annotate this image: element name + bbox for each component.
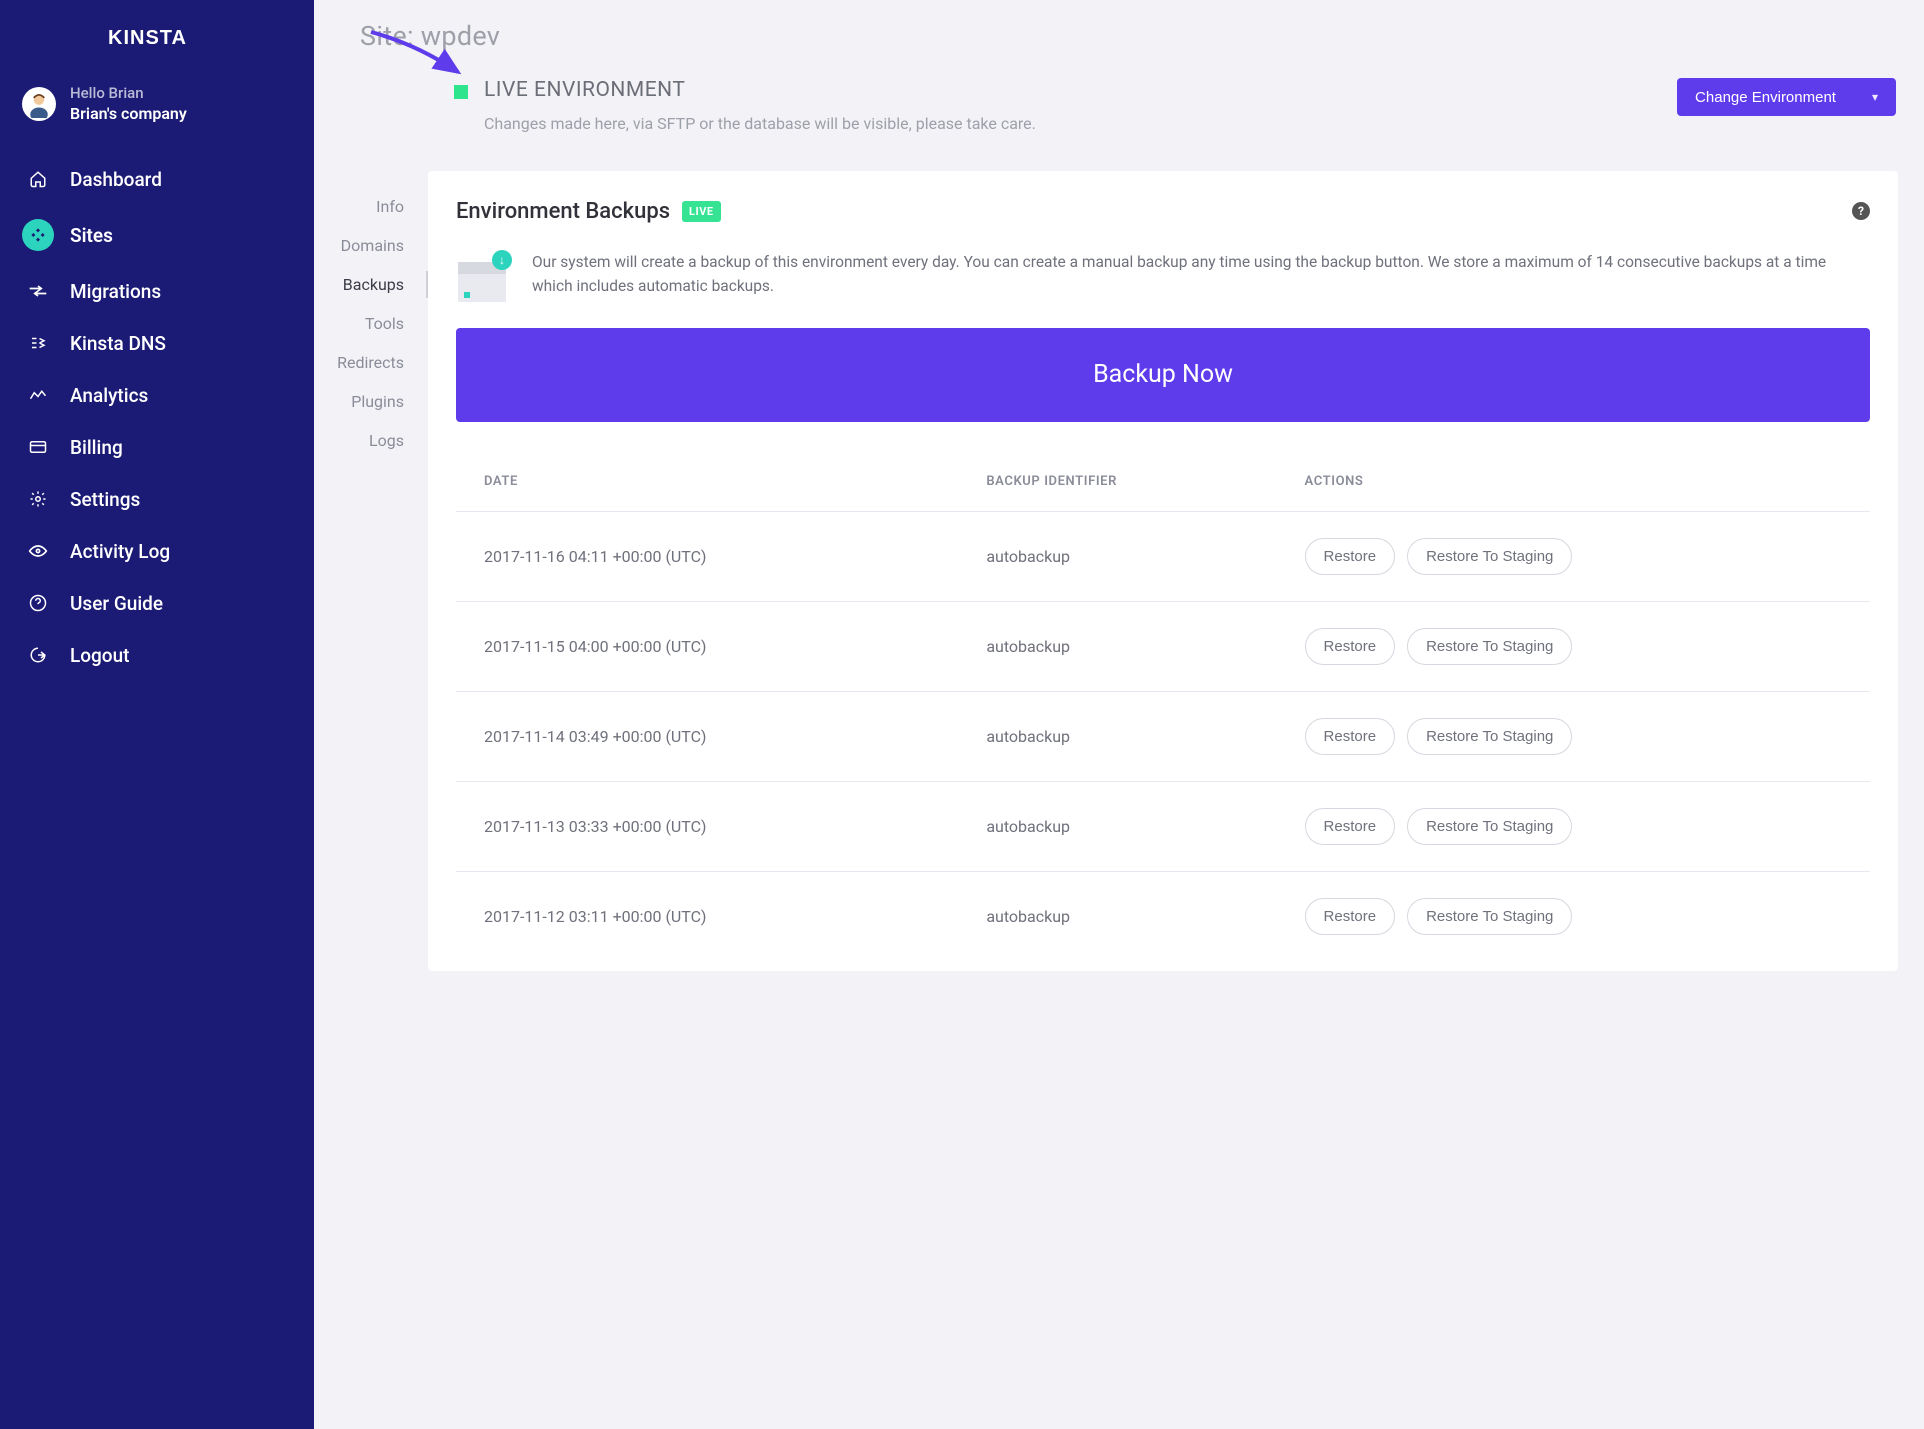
nav-dns[interactable]: Kinsta DNS (0, 317, 314, 369)
nav-label: Migrations (70, 280, 161, 303)
subnav-plugins[interactable]: Plugins (314, 382, 428, 421)
table-row: 2017-11-15 04:00 +00:00 (UTC)autobackupR… (456, 601, 1870, 691)
nav-billing[interactable]: Billing (0, 421, 314, 473)
sidebar: KINSTA Hello Brian Brian's company Dashb… (0, 0, 314, 1429)
cell-actions: Restore Restore To Staging (1277, 601, 1870, 691)
sites-icon (22, 219, 54, 251)
live-badge: LIVE (682, 201, 721, 222)
table-row: 2017-11-12 03:11 +00:00 (UTC)autobackupR… (456, 871, 1870, 961)
avatar (22, 87, 56, 121)
cell-identifier: autobackup (958, 511, 1276, 601)
table-row: 2017-11-13 03:33 +00:00 (UTC)autobackupR… (456, 781, 1870, 871)
cell-identifier: autobackup (958, 871, 1276, 961)
col-identifier: BACKUP IDENTIFIER (958, 462, 1276, 512)
subnav-info[interactable]: Info (314, 187, 428, 226)
nav-label: Settings (70, 488, 140, 511)
site-subnav: Info Domains Backups Tools Redirects Plu… (314, 171, 428, 460)
restore-button[interactable]: Restore (1305, 898, 1396, 935)
table-row: 2017-11-14 03:49 +00:00 (UTC)autobackupR… (456, 691, 1870, 781)
brand-logo: KINSTA (0, 8, 314, 60)
nav-analytics[interactable]: Analytics (0, 369, 314, 421)
subnav-redirects[interactable]: Redirects (314, 343, 428, 382)
subnav-logs[interactable]: Logs (314, 421, 428, 460)
col-actions: ACTIONS (1277, 462, 1870, 512)
env-title: LIVE ENVIRONMENT (484, 78, 1036, 102)
subnav-backups[interactable]: Backups (314, 265, 428, 304)
billing-icon (26, 435, 50, 459)
cell-date: 2017-11-12 03:11 +00:00 (UTC) (456, 871, 958, 961)
nav-label: Analytics (70, 384, 148, 407)
help-icon (26, 591, 50, 615)
restore-button[interactable]: Restore (1305, 538, 1396, 575)
svg-text:KINSTA: KINSTA (108, 27, 187, 49)
cell-date: 2017-11-15 04:00 +00:00 (UTC) (456, 601, 958, 691)
main-content: Site: wpdev LIVE ENVIRONMENT Changes mad… (314, 0, 1924, 1429)
backup-now-label: Backup Now (1093, 360, 1233, 389)
dns-icon (26, 331, 50, 355)
help-icon[interactable]: ? (1852, 202, 1870, 220)
nav-label: Dashboard (70, 168, 162, 191)
backups-panel: Environment Backups LIVE ? ↓ Our system … (428, 171, 1898, 971)
page-title: Site: wpdev (314, 0, 1924, 78)
cell-date: 2017-11-13 03:33 +00:00 (UTC) (456, 781, 958, 871)
nav-label: Kinsta DNS (70, 332, 166, 355)
nav-sites[interactable]: Sites (0, 205, 314, 265)
company-name: Brian's company (70, 104, 187, 123)
gear-icon (26, 487, 50, 511)
nav-settings[interactable]: Settings (0, 473, 314, 525)
nav-label: Billing (70, 436, 123, 459)
env-status-indicator (454, 85, 468, 99)
nav-label: Sites (70, 224, 113, 247)
cell-date: 2017-11-16 04:11 +00:00 (UTC) (456, 511, 958, 601)
panel-description: Our system will create a backup of this … (532, 250, 1870, 298)
nav-label: Logout (70, 644, 130, 667)
cell-identifier: autobackup (958, 781, 1276, 871)
cell-actions: Restore Restore To Staging (1277, 511, 1870, 601)
panel-title: Environment Backups (456, 199, 670, 224)
nav-logout[interactable]: Logout (0, 629, 314, 681)
change-environment-label: Change Environment (1695, 89, 1836, 106)
cell-actions: Restore Restore To Staging (1277, 691, 1870, 781)
restore-staging-button[interactable]: Restore To Staging (1407, 718, 1572, 755)
account-block[interactable]: Hello Brian Brian's company (0, 60, 314, 147)
nav-dashboard[interactable]: Dashboard (0, 153, 314, 205)
restore-staging-button[interactable]: Restore To Staging (1407, 628, 1572, 665)
restore-button[interactable]: Restore (1305, 718, 1396, 755)
change-environment-button[interactable]: Change Environment ▾ (1677, 78, 1896, 116)
restore-staging-button[interactable]: Restore To Staging (1407, 538, 1572, 575)
restore-button[interactable]: Restore (1305, 628, 1396, 665)
subnav-domains[interactable]: Domains (314, 226, 428, 265)
restore-button[interactable]: Restore (1305, 808, 1396, 845)
nav-guide[interactable]: User Guide (0, 577, 314, 629)
nav-label: User Guide (70, 592, 163, 615)
chevron-down-icon: ▾ (1872, 90, 1878, 104)
migrations-icon (26, 279, 50, 303)
restore-staging-button[interactable]: Restore To Staging (1407, 898, 1572, 935)
cell-identifier: autobackup (958, 601, 1276, 691)
nav-migrations[interactable]: Migrations (0, 265, 314, 317)
cell-identifier: autobackup (958, 691, 1276, 781)
environment-bar: LIVE ENVIRONMENT Changes made here, via … (314, 78, 1912, 171)
cell-actions: Restore Restore To Staging (1277, 871, 1870, 961)
backup-illustration-icon: ↓ (456, 250, 512, 302)
restore-staging-button[interactable]: Restore To Staging (1407, 808, 1572, 845)
eye-icon (26, 539, 50, 563)
logout-icon (26, 643, 50, 667)
home-icon (26, 167, 50, 191)
cell-actions: Restore Restore To Staging (1277, 781, 1870, 871)
primary-nav: Dashboard Sites Migrations Kinsta DNS An… (0, 153, 314, 681)
greeting: Hello Brian (70, 84, 187, 102)
kinsta-logo-icon: KINSTA (108, 26, 204, 50)
nav-label: Activity Log (70, 540, 170, 563)
subnav-tools[interactable]: Tools (314, 304, 428, 343)
backups-table: DATE BACKUP IDENTIFIER ACTIONS 2017-11-1… (456, 462, 1870, 961)
nav-activity[interactable]: Activity Log (0, 525, 314, 577)
backup-now-button[interactable]: Backup Now (456, 328, 1870, 422)
cell-date: 2017-11-14 03:49 +00:00 (UTC) (456, 691, 958, 781)
analytics-icon (26, 383, 50, 407)
env-description: Changes made here, via SFTP or the datab… (484, 112, 1036, 137)
col-date: DATE (456, 462, 958, 512)
table-row: 2017-11-16 04:11 +00:00 (UTC)autobackupR… (456, 511, 1870, 601)
